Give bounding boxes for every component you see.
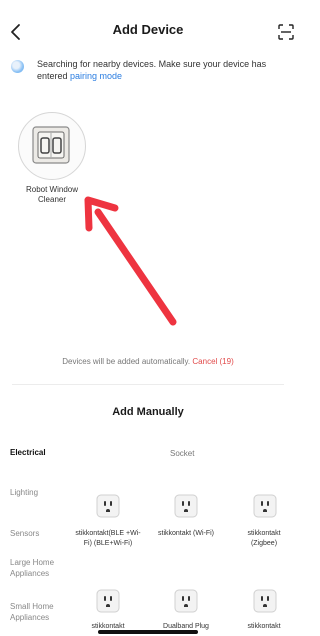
add-manually-title: Add Manually [112,406,184,418]
product-label[interactable]: stikkontakt (Zigbee) [234,529,294,549]
socket-icon[interactable] [174,494,198,518]
robot-window-cleaner-icon [32,126,70,164]
home-indicator [98,630,198,634]
auto-add-text: Devices will be added automatically. [62,357,191,366]
category-electrical[interactable]: Electrical [10,447,74,458]
red-arrow-annotation-icon [84,196,177,326]
socket-icon[interactable] [253,494,277,518]
product-label[interactable]: stikkontakt(BLE +Wi-Fi) (BLE+Wi-Fi) [73,529,143,549]
category-sensors[interactable]: Sensors [10,528,74,539]
divider [12,384,284,385]
socket-icon[interactable] [96,589,120,613]
auto-add-status: Devices will be added automatically. Can… [0,357,296,366]
socket-icon[interactable] [174,589,198,613]
cancel-button[interactable]: Cancel (19) [192,357,233,366]
category-lighting[interactable]: Lighting [10,487,74,498]
section-heading-socket: Socket [170,449,195,458]
category-small-home-appliances[interactable]: Small Home Appliances [10,601,66,623]
searching-indicator-icon [11,60,24,73]
product-label[interactable]: stikkontakt [234,622,294,632]
page-title: Add Device [112,22,184,37]
search-status-text: Searching for nearby devices. Make sure … [37,58,287,82]
category-large-home-appliances[interactable]: Large Home Appliances [10,557,60,579]
pairing-mode-link[interactable]: pairing mode [70,71,122,81]
socket-icon[interactable] [253,589,277,613]
socket-icon[interactable] [96,494,120,518]
scan-icon[interactable] [278,24,294,40]
product-label[interactable]: stikkontakt (Wi-Fi) [151,529,221,539]
